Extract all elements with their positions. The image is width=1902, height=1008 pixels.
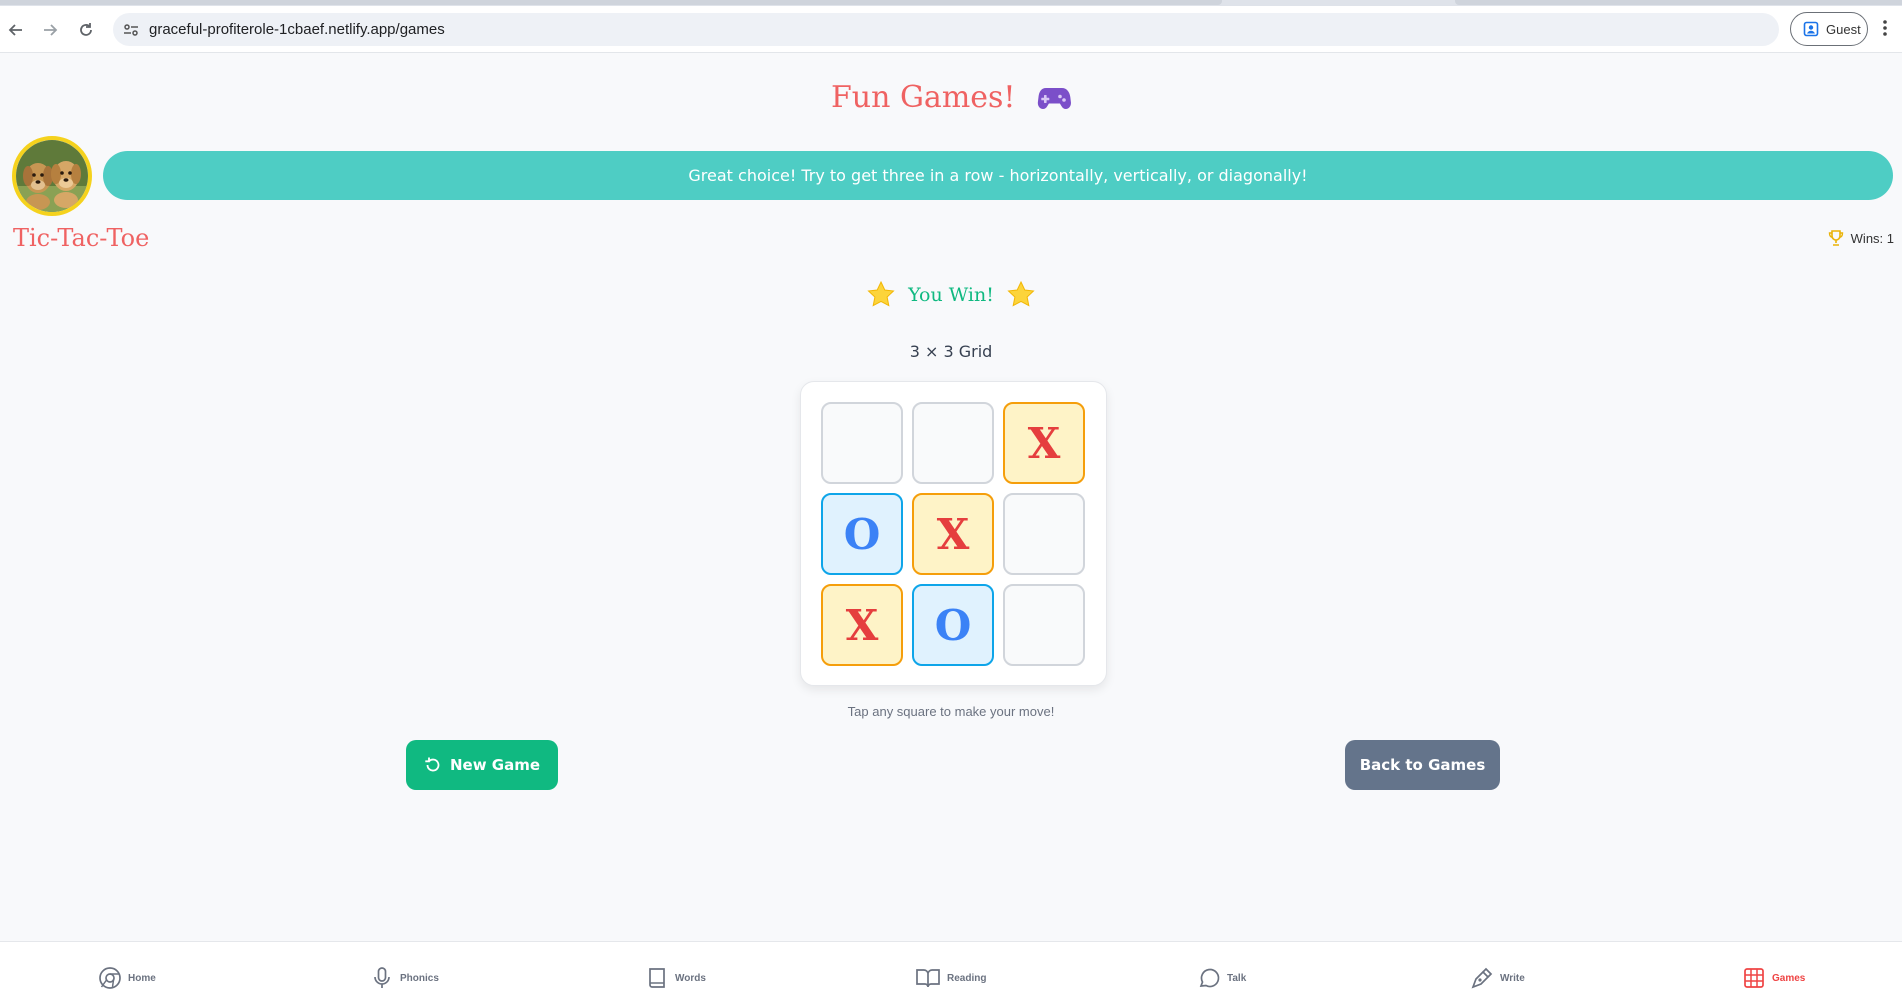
nav-item-reading[interactable]: Reading (915, 966, 986, 990)
profile-label: Guest (1826, 21, 1861, 37)
book-icon (649, 968, 665, 988)
restart-icon (425, 757, 440, 772)
grid-icon (1744, 968, 1764, 988)
board-cell[interactable]: O (912, 584, 994, 666)
page-title-text: Fun Games! (830, 80, 1016, 115)
nav-item-words[interactable]: Words (645, 966, 706, 990)
back-to-games-button[interactable]: Back to Games (1345, 740, 1500, 790)
menu-dots-icon[interactable] (1882, 18, 1896, 42)
new-game-button[interactable]: New Game (406, 740, 558, 790)
star-icon (1007, 280, 1035, 307)
gamepad-icon (1037, 84, 1071, 119)
nav-item-talk[interactable]: Talk (1197, 966, 1246, 990)
open-book-icon (916, 969, 940, 988)
board-cell[interactable]: O (821, 493, 903, 575)
nav-label: Games (1772, 972, 1806, 984)
back-arrow-icon[interactable] (4, 18, 28, 42)
trophy-icon (1828, 230, 1843, 246)
board-cell[interactable] (821, 402, 903, 484)
board-cell[interactable] (1003, 584, 1085, 666)
reload-icon[interactable] (74, 18, 98, 42)
profile-icon (1803, 21, 1819, 37)
page-title: Fun Games! (0, 80, 1902, 119)
browser-tab[interactable] (0, 0, 1222, 5)
move-hint: Tap any square to make your move! (847, 704, 1055, 719)
board-cell[interactable]: X (1003, 402, 1085, 484)
back-to-games-label: Back to Games (1359, 756, 1486, 774)
board-cell[interactable]: X (821, 584, 903, 666)
nav-item-write[interactable]: Write (1470, 966, 1525, 990)
nav-label: Talk (1227, 972, 1247, 984)
new-game-label: New Game (449, 756, 541, 774)
microphone-icon (374, 967, 390, 988)
nav-item-home[interactable]: Home (98, 966, 156, 990)
bottom-nav: Home Phonics Words Reading Talk Write Ga… (0, 941, 1902, 1008)
address-bar[interactable]: graceful-profiterole-1cbaef.netlify.app/… (113, 13, 1779, 46)
wins-label: Wins: 1 (1850, 230, 1894, 246)
browser-tab[interactable] (1455, 0, 1902, 5)
assistant-message: Great choice! Try to get three in a row … (103, 151, 1893, 200)
assistant-message-text: Great choice! Try to get three in a row … (688, 166, 1308, 185)
nav-label: Home (128, 972, 156, 984)
grid-size-label: 3 × 3 Grid (909, 342, 993, 361)
win-banner: You Win! (0, 280, 1902, 310)
chat-bubble-icon (1199, 968, 1220, 988)
puppies-avatar (12, 136, 92, 216)
nav-label: Write (1500, 972, 1525, 984)
forward-arrow-icon[interactable] (38, 18, 62, 42)
site-settings-icon[interactable] (122, 21, 140, 39)
nav-item-games[interactable]: Games (1742, 966, 1805, 990)
wins-counter: Wins: 1 (1827, 229, 1894, 247)
pen-icon (1471, 967, 1493, 989)
browser-toolbar: graceful-profiterole-1cbaef.netlify.app/… (0, 6, 1902, 53)
nav-label: Phonics (400, 972, 439, 984)
nav-item-phonics[interactable]: Phonics (370, 966, 439, 990)
win-status: You Win! (908, 284, 994, 306)
board-cell[interactable] (912, 402, 994, 484)
board-cell[interactable]: X (912, 493, 994, 575)
game-board: X O X X O (800, 381, 1107, 686)
home-icon (99, 967, 121, 989)
game-title: Tic-Tac-Toe (13, 224, 150, 252)
nav-label: Words (675, 972, 706, 984)
profile-button[interactable]: Guest (1790, 12, 1868, 46)
url-text[interactable]: graceful-profiterole-1cbaef.netlify.app/… (149, 21, 445, 38)
nav-label: Reading (947, 972, 987, 984)
board-cell[interactable] (1003, 493, 1085, 575)
star-icon (867, 280, 895, 307)
